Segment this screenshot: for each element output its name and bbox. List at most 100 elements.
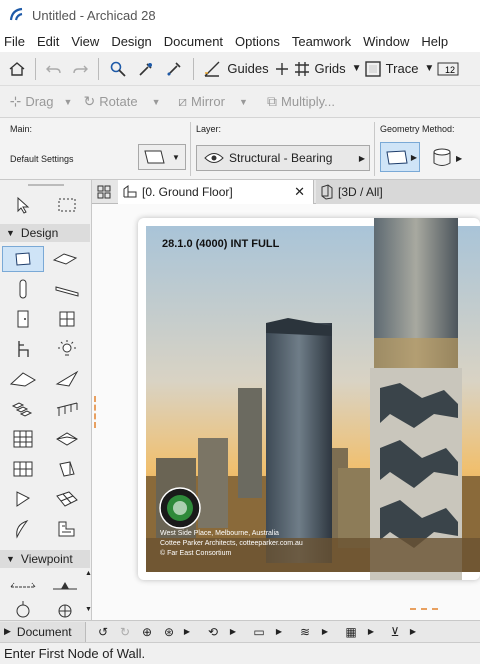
window-tool[interactable] — [54, 308, 80, 330]
close-icon[interactable]: ✕ — [294, 184, 305, 200]
document-switch[interactable]: ▶ Document — [0, 621, 86, 642]
syringe-icon[interactable] — [160, 57, 188, 81]
lamp-tool[interactable] — [54, 338, 80, 360]
menu-edit[interactable]: Edit — [37, 34, 59, 49]
chevron-down-icon: ▼ — [63, 96, 73, 107]
design-section-header[interactable]: ▼ Design — [0, 224, 90, 242]
menu-bar: File Edit View Design Document Options T… — [0, 30, 480, 52]
find-select-icon[interactable] — [104, 57, 132, 81]
slab-icon — [52, 253, 78, 265]
slab-tool[interactable] — [52, 248, 78, 270]
tab-3d-all[interactable]: [3D / All] — [316, 180, 480, 204]
chevron-right-icon[interactable]: ▶ — [272, 622, 286, 642]
menu-design[interactable]: Design — [111, 34, 151, 49]
menu-window[interactable]: Window — [363, 34, 409, 49]
home-icon[interactable] — [4, 57, 30, 81]
guides-move-icon[interactable] — [273, 57, 291, 81]
beam-grid-tool[interactable] — [54, 518, 80, 540]
scale-icon[interactable]: 12 — [435, 57, 461, 81]
canvas-resize-handle-bottom[interactable] — [410, 608, 438, 610]
section-tool[interactable] — [8, 574, 38, 596]
arrow-tool[interactable] — [10, 194, 36, 216]
viewpoint-section-header[interactable]: ▼ Viewpoint — [0, 550, 90, 568]
roof-tool[interactable] — [8, 368, 38, 390]
menu-file[interactable]: File — [4, 34, 25, 49]
detail-tool[interactable] — [10, 598, 36, 620]
chevron-right-icon: ▶ — [358, 153, 365, 163]
lens-tool[interactable] — [10, 518, 36, 540]
chevron-right-icon[interactable]: ▶ — [406, 622, 420, 642]
menu-document[interactable]: Document — [164, 34, 223, 49]
object-tool[interactable] — [10, 338, 36, 360]
menu-teamwork[interactable]: Teamwork — [292, 34, 351, 49]
stair-icon — [11, 402, 33, 417]
scroll-up-icon: ▲ — [85, 570, 92, 577]
multiply-button[interactable]: ⧉ Multiply... — [258, 90, 344, 114]
scale-ruler-icon[interactable]: ▭ — [246, 622, 272, 642]
credit-location: West Side Place, Melbourne, Australia — [160, 530, 279, 537]
model-view-icon[interactable]: ⊻ — [384, 622, 406, 642]
grid-icon — [294, 61, 309, 76]
skylight-tool[interactable] — [10, 458, 36, 480]
geometry-curved-button[interactable]: ▶ — [430, 144, 470, 172]
zone-tool[interactable] — [10, 488, 36, 510]
cylinder-icon — [433, 148, 451, 166]
geometry-straight-button[interactable]: ▶ — [380, 142, 420, 172]
lamp-icon — [58, 340, 76, 356]
curtain-wall-tool[interactable] — [10, 428, 36, 450]
marquee-tool[interactable] — [54, 194, 80, 216]
toolbox-scrollbar[interactable]: ▲ ▼ — [84, 570, 92, 616]
menu-help[interactable]: Help — [421, 34, 448, 49]
chair-icon — [18, 341, 29, 357]
menu-view[interactable]: View — [71, 34, 99, 49]
railing-tool[interactable] — [54, 398, 80, 420]
redo-icon[interactable] — [67, 57, 93, 81]
fit-window-icon[interactable]: ⊛ — [158, 622, 180, 642]
zone-icon — [16, 491, 30, 507]
mirror-button[interactable]: ⧄ Mirror ▼ — [168, 90, 258, 114]
grids-button[interactable]: Grids ▼ — [291, 57, 363, 81]
rotate-button[interactable]: ↻ Rotate ▼ — [76, 90, 168, 114]
arrow-icon — [17, 196, 30, 214]
chevron-right-icon[interactable]: ▶ — [180, 622, 194, 642]
chevron-right-icon[interactable]: ▶ — [226, 622, 240, 642]
railing-icon — [56, 402, 78, 416]
column-tool[interactable] — [10, 278, 36, 300]
guides-button[interactable]: Guides — [199, 57, 273, 81]
morph-tool[interactable] — [54, 428, 80, 450]
eyedropper-icon[interactable] — [132, 57, 160, 81]
wall-tool[interactable] — [2, 246, 44, 272]
elevation-tool[interactable] — [50, 574, 80, 596]
zoom-redo-icon[interactable]: ↻ — [114, 622, 136, 642]
zoom-in-icon[interactable]: ⊕ — [136, 622, 158, 642]
shell-tool[interactable] — [54, 368, 80, 390]
marquee-icon — [58, 198, 76, 212]
tab-ground-floor[interactable]: [0. Ground Floor] ✕ — [118, 180, 314, 204]
geometry-method-label: Geometry Method: — [380, 124, 455, 134]
eye-icon — [204, 153, 224, 163]
stair-tool[interactable] — [10, 398, 36, 420]
chevron-right-icon[interactable]: ▶ — [364, 622, 378, 642]
opening-tool[interactable] — [54, 458, 80, 480]
rotate-view-icon[interactable]: ⟲ — [200, 622, 226, 642]
guides-label: Guides — [227, 61, 269, 76]
door-tool[interactable] — [10, 308, 36, 330]
toolbar-divider — [193, 57, 194, 80]
undo-icon[interactable] — [41, 57, 67, 81]
trace-label: Trace — [385, 61, 419, 76]
straight-wall-icon — [386, 150, 408, 165]
trace-button[interactable]: Trace ▼ — [363, 57, 435, 81]
chevron-right-icon[interactable]: ▶ — [318, 622, 332, 642]
mesh-tool[interactable] — [54, 488, 80, 510]
beam-tool[interactable] — [54, 280, 80, 302]
drag-button[interactable]: ⊹ Drag ▼ — [6, 90, 76, 114]
wall-settings-button[interactable]: ▼ — [138, 144, 186, 170]
menu-options[interactable]: Options — [235, 34, 280, 49]
pen-set-icon[interactable]: ▦ — [338, 622, 364, 642]
layer-selector[interactable]: Structural - Bearing ▶ — [196, 145, 370, 171]
zoom-undo-icon[interactable]: ↺ — [92, 622, 114, 642]
layers-icon[interactable]: ≋ — [292, 622, 318, 642]
canvas-resize-handle[interactable] — [94, 396, 102, 428]
worksheet-tool[interactable] — [52, 598, 78, 620]
tab-overview-icon[interactable] — [94, 183, 114, 201]
